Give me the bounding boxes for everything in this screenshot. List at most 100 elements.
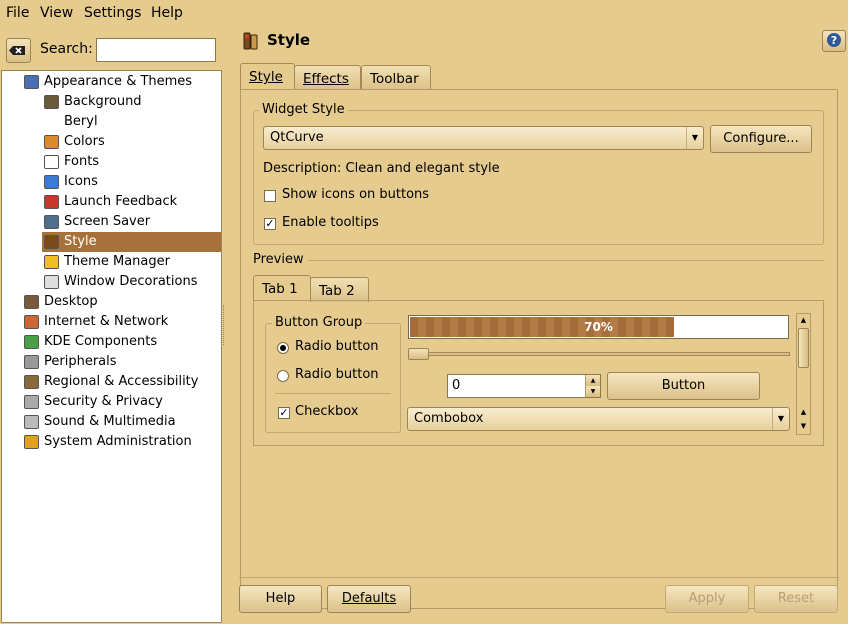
tree-item-appearance-themes[interactable]: ▼Appearance & Themes: [22, 72, 221, 92]
tree-item-security-privacy[interactable]: ▶Security & Privacy: [22, 392, 221, 412]
preview-checkbox-label[interactable]: Checkbox: [295, 404, 359, 419]
collapse-arrow-icon[interactable]: ▶: [0, 332, 2, 352]
apply-button-label: Apply: [688, 591, 726, 606]
show-icons-label[interactable]: Show icons on buttons: [282, 187, 429, 202]
screen-saver-icon: [44, 215, 59, 229]
preview-checkbox[interactable]: ✓: [278, 407, 290, 419]
menu-settings[interactable]: Settings: [84, 5, 141, 21]
tree-item-sound-multimedia[interactable]: ▶Sound & Multimedia: [22, 412, 221, 432]
progress-bar: 70%: [408, 315, 789, 339]
tree-item-label: Regional & Accessibility: [44, 374, 199, 389]
menubar: File View Settings Help: [0, 0, 848, 27]
collapse-arrow-icon[interactable]: ▶: [0, 392, 2, 412]
tree-item-kde-components[interactable]: ▶KDE Components: [22, 332, 221, 352]
help-icon: ?: [827, 33, 841, 47]
preview-title: Preview: [253, 252, 304, 267]
regional-icon: [24, 375, 39, 389]
scroll-up-icon[interactable]: ▲: [797, 314, 810, 327]
menu-file[interactable]: File: [6, 5, 29, 21]
slider-track[interactable]: [408, 352, 790, 356]
configure-button[interactable]: Configure...: [710, 125, 812, 153]
tree-item-colors[interactable]: Colors: [42, 132, 221, 152]
defaults-button[interactable]: Defaults: [327, 585, 411, 613]
tree-item-label: Security & Privacy: [44, 394, 163, 409]
tree-item-background[interactable]: Background: [42, 92, 221, 112]
tree-item-desktop[interactable]: ▶Desktop: [22, 292, 221, 312]
tab-effects[interactable]: Effects: [294, 65, 361, 90]
collapse-arrow-icon[interactable]: ▶: [0, 372, 2, 392]
reset-button[interactable]: Reset: [754, 585, 838, 613]
style-icon: [44, 235, 59, 249]
tree-item-screen-saver[interactable]: Screen Saver: [42, 212, 221, 232]
spin-box[interactable]: 0 ▲ ▼: [447, 374, 601, 398]
chevron-down-icon: ▼: [772, 408, 789, 430]
menu-view[interactable]: View: [40, 5, 73, 21]
tab-toolbar[interactable]: Toolbar: [361, 65, 431, 90]
button-group-divider: [275, 393, 391, 394]
icons-icon: [44, 175, 59, 189]
splitter-handle[interactable]: [223, 305, 226, 345]
collapse-arrow-icon[interactable]: ▶: [0, 412, 2, 432]
widget-style-combo[interactable]: QtCurve ▼: [263, 126, 704, 150]
button-group-title: Button Group: [272, 315, 366, 330]
slider-handle[interactable]: [408, 348, 429, 360]
widget-style-combo-value: QtCurve: [270, 130, 324, 145]
preview-tab-2-label: Tab 2: [319, 283, 355, 299]
tree-item-peripherals[interactable]: ▶Peripherals: [22, 352, 221, 372]
radio-button-1[interactable]: [277, 342, 289, 354]
spin-down-icon[interactable]: ▼: [585, 386, 600, 397]
preview-tab-1-label: Tab 1: [262, 281, 298, 297]
collapse-arrow-icon[interactable]: ▶: [0, 432, 2, 452]
tree-item-label: Window Decorations: [64, 274, 198, 289]
tree-item-label: Sound & Multimedia: [44, 414, 176, 429]
scroll-down-small-icon[interactable]: ▲: [797, 406, 810, 419]
network-icon: [24, 315, 39, 329]
whats-this-button[interactable]: ?: [822, 30, 846, 52]
collapse-arrow-icon[interactable]: ▶: [0, 312, 2, 332]
search-input[interactable]: [96, 38, 216, 62]
tree-item-fonts[interactable]: Fonts: [42, 152, 221, 172]
tree-item-label: KDE Components: [44, 334, 158, 349]
tree-item-regional-accessibility[interactable]: ▶Regional & Accessibility: [22, 372, 221, 392]
tree-item-window-decorations[interactable]: Window Decorations: [42, 272, 221, 292]
tree-item-icons[interactable]: Icons: [42, 172, 221, 192]
peripherals-icon: [24, 355, 39, 369]
appearance-icon: [24, 75, 39, 89]
preview-combobox[interactable]: Combobox ▼: [407, 407, 790, 431]
preview-scrollbar[interactable]: ▲ ▲ ▼: [796, 313, 811, 435]
style-module-icon: [241, 31, 261, 51]
expand-arrow-icon[interactable]: ▼: [0, 72, 2, 92]
enable-tooltips-checkbox[interactable]: ✓: [264, 218, 276, 230]
tree-item-system-administration[interactable]: ▶System Administration: [22, 432, 221, 452]
tree-item-label: Internet & Network: [44, 314, 169, 329]
clear-search-button[interactable]: [6, 38, 31, 63]
tree-item-internet-network[interactable]: ▶Internet & Network: [22, 312, 221, 332]
radio-button-1-label[interactable]: Radio button: [295, 339, 379, 354]
scrollbar-thumb[interactable]: [798, 328, 809, 368]
module-tree[interactable]: ▼Appearance & ThemesBackgroundBerylColor…: [1, 70, 222, 623]
radio-button-2-label[interactable]: Radio button: [295, 367, 379, 382]
desktop-icon: [24, 295, 39, 309]
show-icons-checkbox[interactable]: [264, 190, 276, 202]
tree-item-style[interactable]: Style: [42, 232, 221, 252]
scroll-down-icon[interactable]: ▼: [797, 420, 810, 433]
system-admin-icon: [24, 435, 39, 449]
tab-style[interactable]: Style: [240, 63, 295, 90]
preview-tab-1[interactable]: Tab 1: [253, 275, 311, 302]
enable-tooltips-label[interactable]: Enable tooltips: [282, 215, 379, 230]
preview-tab-2[interactable]: Tab 2: [310, 277, 369, 302]
collapse-arrow-icon[interactable]: ▶: [0, 352, 2, 372]
preview-combobox-value: Combobox: [414, 411, 484, 426]
help-button[interactable]: Help: [239, 585, 322, 613]
tree-item-theme-manager[interactable]: Theme Manager: [42, 252, 221, 272]
menu-help[interactable]: Help: [151, 5, 183, 21]
radio-button-2[interactable]: [277, 370, 289, 382]
preview-button[interactable]: Button: [607, 372, 760, 400]
clear-icon: [9, 46, 25, 55]
tree-item-launch-feedback[interactable]: Launch Feedback: [42, 192, 221, 212]
spin-up-icon[interactable]: ▲: [585, 375, 600, 386]
tree-item-beryl[interactable]: Beryl: [42, 112, 221, 132]
collapse-arrow-icon[interactable]: ▶: [0, 292, 2, 312]
apply-button[interactable]: Apply: [665, 585, 749, 613]
tree-item-label: Style: [64, 234, 97, 249]
